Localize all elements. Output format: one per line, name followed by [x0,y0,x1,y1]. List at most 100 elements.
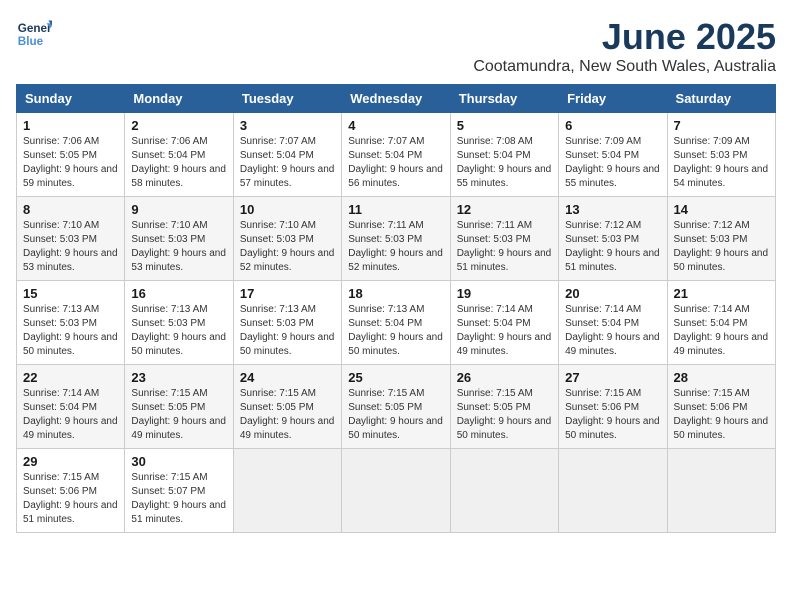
day-info: Sunrise: 7:06 AMSunset: 5:05 PMDaylight:… [23,135,118,191]
day-number: 19 [457,286,552,301]
calendar-cell: 30 Sunrise: 7:15 AMSunset: 5:07 PMDayligh… [125,449,233,533]
calendar-week-row: 22Sunrise: 7:14 AMSunset: 5:04 PMDayligh… [17,365,776,449]
calendar-cell: 29 Sunrise: 7:15 AMSunset: 5:06 PMDayligh… [17,449,125,533]
day-info: Sunrise: 7:07 AMSunset: 5:04 PMDaylight:… [240,135,335,191]
day-number: 17 [240,286,335,301]
day-number: 12 [457,202,552,217]
day-number: 24 [240,370,335,385]
day-info: Sunrise: 7:14 AMSunset: 5:04 PMDaylight:… [565,303,660,359]
day-info: Sunrise: 7:10 AMSunset: 5:03 PMDaylight:… [240,219,335,275]
calendar-cell: 8 Sunrise: 7:10 AMSunset: 5:03 PMDaylight… [17,197,125,281]
day-info: Sunrise: 7:11 AMSunset: 5:03 PMDaylight:… [457,219,552,275]
calendar-cell: 10 Sunrise: 7:10 AMSunset: 5:03 PMDayligh… [233,197,341,281]
day-number: 15 [23,286,118,301]
day-info: Sunrise: 7:15 AMSunset: 5:05 PMDaylight:… [457,387,552,443]
day-info: Sunrise: 7:06 AMSunset: 5:04 PMDaylight:… [131,135,226,191]
calendar-cell: 7 Sunrise: 7:09 AMSunset: 5:03 PMDaylight… [667,113,775,197]
weekday-header-friday: Friday [559,85,667,113]
month-title: June 2025 [473,16,776,58]
day-info: Sunrise: 7:07 AMSunset: 5:04 PMDaylight:… [348,135,443,191]
day-number: 22 [23,370,118,385]
location-subtitle: Cootamundra, New South Wales, Australia [473,58,776,76]
calendar-cell: 19 Sunrise: 7:14 AMSunset: 5:04 PMDayligh… [450,281,558,365]
calendar-cell: 26 Sunrise: 7:15 AMSunset: 5:05 PMDayligh… [450,365,558,449]
day-number: 9 [131,202,226,217]
calendar-cell: 23 Sunrise: 7:15 AMSunset: 5:05 PMDayligh… [125,365,233,449]
day-number: 5 [457,118,552,133]
calendar-cell: 1Sunrise: 7:06 AMSunset: 5:05 PMDaylight… [17,113,125,197]
day-info: Sunrise: 7:12 AMSunset: 5:03 PMDaylight:… [674,219,769,275]
day-number: 28 [674,370,769,385]
day-info: Sunrise: 7:10 AMSunset: 5:03 PMDaylight:… [23,219,118,275]
calendar-cell [450,449,558,533]
day-number: 26 [457,370,552,385]
day-number: 30 [131,454,226,469]
day-info: Sunrise: 7:13 AMSunset: 5:03 PMDaylight:… [240,303,335,359]
day-number: 20 [565,286,660,301]
day-info: Sunrise: 7:15 AMSunset: 5:05 PMDaylight:… [240,387,335,443]
day-number: 4 [348,118,443,133]
calendar-cell: 3 Sunrise: 7:07 AMSunset: 5:04 PMDaylight… [233,113,341,197]
calendar-cell: 18Sunrise: 7:13 AMSunset: 5:04 PMDayligh… [342,281,450,365]
calendar-cell: 21 Sunrise: 7:14 AMSunset: 5:04 PMDayligh… [667,281,775,365]
calendar-week-row: 8 Sunrise: 7:10 AMSunset: 5:03 PMDaylight… [17,197,776,281]
calendar-cell [233,449,341,533]
day-number: 6 [565,118,660,133]
day-info: Sunrise: 7:13 AMSunset: 5:03 PMDaylight:… [23,303,118,359]
calendar-cell: 6 Sunrise: 7:09 AMSunset: 5:04 PMDaylight… [559,113,667,197]
day-number: 18 [348,286,443,301]
calendar-cell: 16Sunrise: 7:13 AMSunset: 5:03 PMDayligh… [125,281,233,365]
day-number: 7 [674,118,769,133]
day-info: Sunrise: 7:15 AMSunset: 5:05 PMDaylight:… [131,387,226,443]
day-info: Sunrise: 7:15 AMSunset: 5:07 PMDaylight:… [131,471,226,527]
day-info: Sunrise: 7:15 AMSunset: 5:06 PMDaylight:… [674,387,769,443]
day-info: Sunrise: 7:09 AMSunset: 5:03 PMDaylight:… [674,135,769,191]
calendar-week-row: 1Sunrise: 7:06 AMSunset: 5:05 PMDaylight… [17,113,776,197]
day-number: 29 [23,454,118,469]
weekday-header-monday: Monday [125,85,233,113]
calendar-cell [342,449,450,533]
day-info: Sunrise: 7:10 AMSunset: 5:03 PMDaylight:… [131,219,226,275]
day-info: Sunrise: 7:09 AMSunset: 5:04 PMDaylight:… [565,135,660,191]
day-info: Sunrise: 7:15 AMSunset: 5:06 PMDaylight:… [23,471,118,527]
calendar-cell: 9 Sunrise: 7:10 AMSunset: 5:03 PMDaylight… [125,197,233,281]
svg-text:General: General [18,22,52,35]
day-number: 3 [240,118,335,133]
day-number: 8 [23,202,118,217]
day-number: 13 [565,202,660,217]
weekday-header-row: SundayMondayTuesdayWednesdayThursdayFrid… [17,85,776,113]
weekday-header-saturday: Saturday [667,85,775,113]
day-info: Sunrise: 7:08 AMSunset: 5:04 PMDaylight:… [457,135,552,191]
calendar-cell: 27Sunrise: 7:15 AMSunset: 5:06 PMDayligh… [559,365,667,449]
weekday-header-sunday: Sunday [17,85,125,113]
calendar-cell: 2 Sunrise: 7:06 AMSunset: 5:04 PMDaylight… [125,113,233,197]
calendar-week-row: 15 Sunrise: 7:13 AMSunset: 5:03 PMDayligh… [17,281,776,365]
logo: General Blue [16,16,52,52]
weekday-header-thursday: Thursday [450,85,558,113]
calendar-cell: 20 Sunrise: 7:14 AMSunset: 5:04 PMDayligh… [559,281,667,365]
day-info: Sunrise: 7:14 AMSunset: 5:04 PMDaylight:… [457,303,552,359]
day-number: 23 [131,370,226,385]
title-block: June 2025 Cootamundra, New South Wales, … [473,16,776,76]
logo-icon: General Blue [16,16,52,52]
weekday-header-wednesday: Wednesday [342,85,450,113]
day-info: Sunrise: 7:12 AMSunset: 5:03 PMDaylight:… [565,219,660,275]
calendar-cell: 11 Sunrise: 7:11 AMSunset: 5:03 PMDayligh… [342,197,450,281]
calendar-week-row: 29 Sunrise: 7:15 AMSunset: 5:06 PMDayligh… [17,449,776,533]
calendar-cell: 14 Sunrise: 7:12 AMSunset: 5:03 PMDayligh… [667,197,775,281]
day-number: 11 [348,202,443,217]
day-info: Sunrise: 7:13 AMSunset: 5:03 PMDaylight:… [131,303,226,359]
calendar-cell: 13 Sunrise: 7:12 AMSunset: 5:03 PMDayligh… [559,197,667,281]
calendar-cell: 5 Sunrise: 7:08 AMSunset: 5:04 PMDaylight… [450,113,558,197]
calendar-cell [559,449,667,533]
day-info: Sunrise: 7:14 AMSunset: 5:04 PMDaylight:… [674,303,769,359]
day-number: 25 [348,370,443,385]
day-info: Sunrise: 7:11 AMSunset: 5:03 PMDaylight:… [348,219,443,275]
calendar-cell: 12 Sunrise: 7:11 AMSunset: 5:03 PMDayligh… [450,197,558,281]
day-number: 21 [674,286,769,301]
calendar-cell: 17 Sunrise: 7:13 AMSunset: 5:03 PMDayligh… [233,281,341,365]
day-number: 2 [131,118,226,133]
day-number: 14 [674,202,769,217]
day-number: 10 [240,202,335,217]
svg-text:Blue: Blue [18,35,44,48]
